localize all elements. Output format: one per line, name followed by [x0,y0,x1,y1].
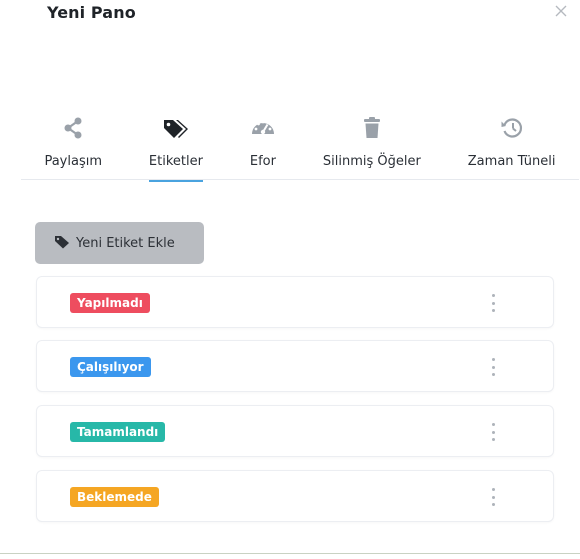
modal-title: Yeni Pano [47,3,136,22]
tab-label: Efor [249,154,276,169]
tab-label: Silinmiş Öğeler [322,154,421,169]
settings-tabs: Paylaşım Etiketler Efor Silinmiş Öğeler … [21,112,579,182]
tag-icon [54,234,70,253]
new-board-modal: Yeni Pano Paylaşım Etiketler Efor Silinm… [0,0,580,559]
add-tag-label: Yeni Etiket Ekle [76,235,175,251]
tab-sharing[interactable]: Paylaşım [44,112,102,179]
tags-icon [161,115,191,141]
tab-label: Etiketler [148,154,203,169]
tag-badge[interactable]: Beklemede [70,487,159,507]
trash-icon [361,115,383,141]
tab-label: Paylaşım [44,154,102,169]
more-options-icon[interactable] [490,358,496,376]
more-options-icon[interactable] [490,488,496,506]
tag-row: Tamamlandı [36,405,554,457]
tag-badge[interactable]: Tamamlandı [70,422,166,442]
tab-label: Zaman Tüneli [467,154,556,169]
close-icon[interactable] [552,2,570,20]
tag-row: Çalışılıyor [36,340,554,392]
history-icon [500,115,524,141]
gauge-icon [250,115,276,141]
tab-effort[interactable]: Efor [250,112,276,179]
share-icon [62,115,84,141]
tag-row: Yapılmadı [36,276,554,328]
tab-tags[interactable]: Etiketler [148,112,204,182]
tab-deleted-items[interactable]: Silinmiş Öğeler [323,112,421,179]
more-options-icon[interactable] [490,423,496,441]
footer-divider [0,553,580,554]
add-tag-button[interactable]: Yeni Etiket Ekle [35,222,204,264]
tab-timeline[interactable]: Zaman Tüneli [468,112,556,179]
tag-badge[interactable]: Yapılmadı [70,293,150,313]
more-options-icon[interactable] [490,294,496,312]
tag-badge[interactable]: Çalışılıyor [70,357,151,377]
tag-row: Beklemede [36,470,554,522]
